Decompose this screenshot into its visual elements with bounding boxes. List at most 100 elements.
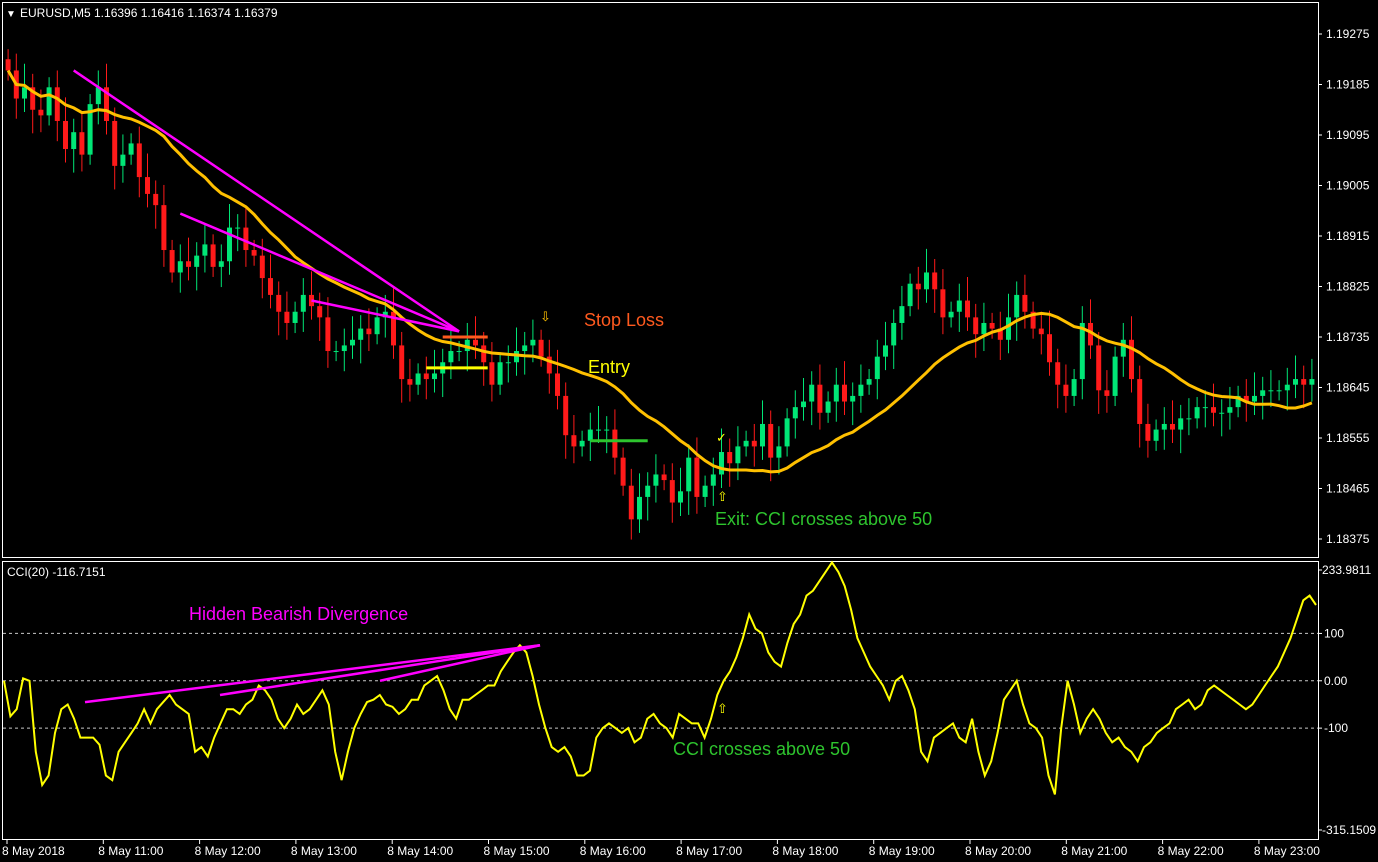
candle-body xyxy=(276,294,282,312)
candle-body xyxy=(940,289,946,318)
candle-body xyxy=(423,373,429,380)
candle-body xyxy=(1137,379,1143,424)
candle-body xyxy=(5,59,11,71)
candle-body xyxy=(989,322,995,329)
divergence-trendline xyxy=(72,69,460,333)
time-tick-label: 8 May 13:00 xyxy=(291,844,357,858)
candle-body xyxy=(1038,328,1044,335)
candle-body xyxy=(473,339,478,346)
candle-body xyxy=(842,384,847,402)
chart-window[interactable]: 1.19275 1.19185 1.19095 1.19005 1.18915 1.188… xyxy=(0,0,1378,862)
candle-body xyxy=(743,440,749,447)
time-tick-label: 8 May 20:00 xyxy=(965,844,1031,858)
candle-body xyxy=(645,485,651,497)
time-tick-label: 8 May 22:00 xyxy=(1158,844,1224,858)
candle-body xyxy=(169,250,175,273)
candle-body xyxy=(1227,407,1233,413)
candle-body xyxy=(596,429,601,431)
exit-label: Exit: CCI crosses above 50 xyxy=(715,509,932,529)
price-tick-label: 1.18375 xyxy=(1326,532,1370,546)
candle-body xyxy=(760,423,765,447)
candle-body xyxy=(186,261,191,267)
candle-body xyxy=(915,283,921,290)
time-tick-label: 8 May 14:00 xyxy=(387,844,453,858)
candle-body xyxy=(948,311,954,318)
price-tick-label: 1.19095 xyxy=(1326,128,1370,142)
candle-body xyxy=(801,401,806,408)
candle-body xyxy=(54,87,60,121)
candle-body xyxy=(792,407,798,419)
candle-body xyxy=(46,87,52,116)
candle-body xyxy=(858,384,864,396)
candle-body xyxy=(235,227,241,229)
time-tick-label: 8 May 23:00 xyxy=(1254,844,1320,858)
candle-body xyxy=(1211,407,1216,413)
candle-body xyxy=(932,272,938,290)
candle-body xyxy=(604,429,610,431)
candle-body xyxy=(1120,339,1126,357)
time-tick-label: 8 May 21:00 xyxy=(1061,844,1127,858)
candle-body xyxy=(587,429,593,441)
main-panel-frame xyxy=(2,2,1319,558)
time-tick-label: 8 May 19:00 xyxy=(869,844,935,858)
candle-body xyxy=(63,120,68,150)
candle-body xyxy=(1178,418,1184,430)
price-tick-label: 1.18825 xyxy=(1326,280,1370,294)
candle-body xyxy=(71,132,77,150)
candle-body xyxy=(866,379,872,385)
candle-body xyxy=(120,154,126,166)
cci-divergence-trendline xyxy=(219,644,541,697)
collapse-arrow-icon[interactable]: ▼ xyxy=(6,9,16,20)
candle-body xyxy=(317,306,323,318)
candle-body xyxy=(874,356,880,380)
candle-body xyxy=(268,278,273,295)
price-axis: 1.19275 1.19185 1.19095 1.19005 1.18915 1.188… xyxy=(1318,27,1370,546)
candle-body xyxy=(300,294,306,312)
candle-body xyxy=(735,446,741,464)
cci-tick-label: -315.1509 xyxy=(1322,823,1376,837)
candle-body xyxy=(1276,390,1282,392)
candle-body xyxy=(1153,429,1159,441)
cci-tick-label: 233.9811 xyxy=(1322,563,1371,577)
candle-body xyxy=(965,300,970,318)
candle-body xyxy=(1194,407,1200,419)
time-tick-label: 8 May 17:00 xyxy=(676,844,742,858)
candlestick-series xyxy=(5,49,1315,540)
candle-body xyxy=(1104,390,1110,396)
candle-body xyxy=(259,255,265,279)
candle-body xyxy=(481,345,487,363)
candle-body xyxy=(1293,379,1298,385)
candle-body xyxy=(899,306,905,323)
price-tick-label: 1.18645 xyxy=(1326,381,1370,395)
price-tick-label: 1.19275 xyxy=(1326,27,1370,41)
candle-body xyxy=(243,227,249,251)
candle-body xyxy=(366,328,372,335)
candle-body xyxy=(579,440,585,447)
candle-body xyxy=(1161,423,1167,430)
cci-cross-label: CCI crosses above 50 xyxy=(673,739,850,759)
check-icon: ✓ xyxy=(716,430,727,445)
candle-body xyxy=(973,317,979,335)
candle-body xyxy=(1096,345,1102,391)
cci-divergence-trendline xyxy=(84,644,541,704)
cci-tick-label: 0.00 xyxy=(1324,674,1348,688)
candle-body xyxy=(522,345,528,352)
candle-body xyxy=(284,311,290,323)
candle-body xyxy=(637,496,642,520)
candle-body xyxy=(1219,412,1225,414)
chart-canvas[interactable]: 1.19275 1.19185 1.19095 1.19005 1.18915 1.188… xyxy=(0,0,1378,862)
candle-body xyxy=(194,255,200,267)
candle-body xyxy=(907,283,913,307)
candle-body xyxy=(79,132,85,155)
candle-body xyxy=(128,143,134,155)
hidden-divergence-label: Hidden Bearish Divergence xyxy=(189,604,408,624)
candle-body xyxy=(374,317,380,335)
candle-body xyxy=(38,109,44,116)
candle-body xyxy=(817,384,823,413)
time-tick-label: 8 May 16:00 xyxy=(580,844,646,858)
candle-body xyxy=(1112,356,1118,396)
candle-body xyxy=(292,311,298,323)
candle-body xyxy=(456,351,462,353)
time-tick-label: 8 May 2018 xyxy=(2,844,65,858)
candle-body xyxy=(415,373,421,385)
